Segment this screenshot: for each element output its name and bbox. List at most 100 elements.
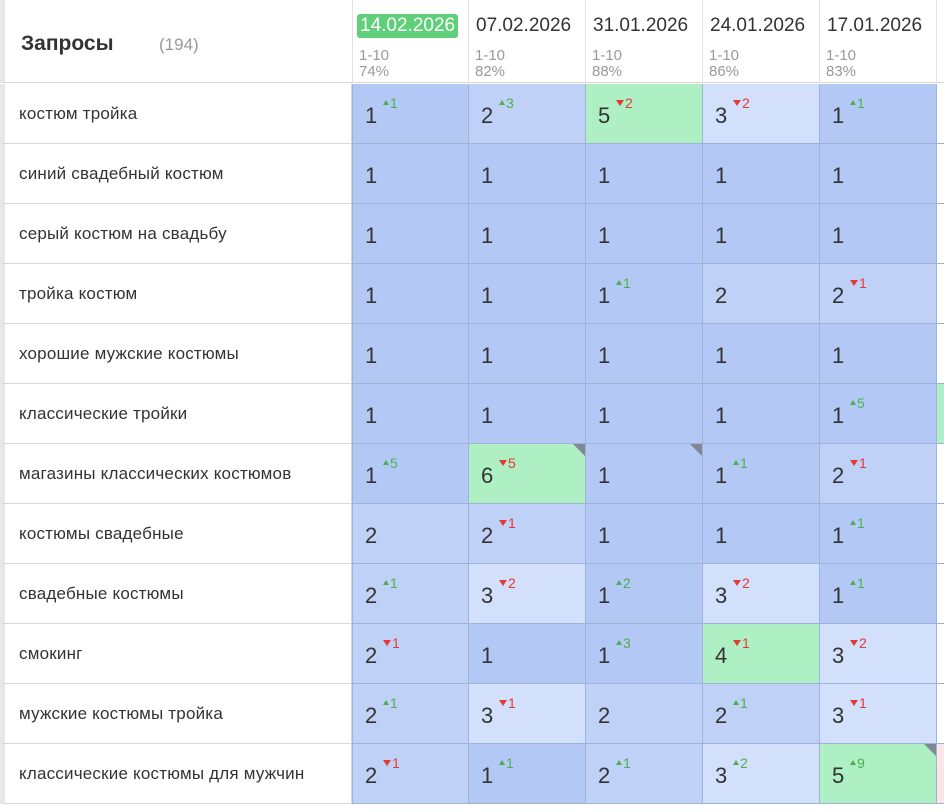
position-cell[interactable]: 11 bbox=[819, 84, 936, 144]
note-corner-icon[interactable] bbox=[573, 444, 585, 456]
query-cell[interactable]: магазины классических костюмов bbox=[0, 444, 352, 504]
position-cell[interactable] bbox=[936, 624, 944, 684]
position-cell[interactable]: 21 bbox=[352, 564, 468, 624]
position-cell[interactable]: 15 bbox=[819, 384, 936, 444]
position-cell[interactable]: 21 bbox=[352, 744, 468, 804]
position-cell[interactable]: 11 bbox=[702, 444, 819, 504]
position-cell[interactable]: 1 bbox=[702, 384, 819, 444]
note-corner-icon[interactable] bbox=[690, 444, 702, 456]
position-cell[interactable] bbox=[936, 204, 944, 264]
position-cell[interactable]: 31 bbox=[819, 684, 936, 744]
position-cell[interactable]: 1 bbox=[585, 204, 702, 264]
position-cell[interactable]: 1 bbox=[468, 144, 585, 204]
position-value: 1 bbox=[598, 643, 611, 668]
position-cell[interactable]: 21 bbox=[352, 684, 468, 744]
position-cell[interactable]: 1 bbox=[819, 144, 936, 204]
position-cell[interactable]: 13 bbox=[585, 624, 702, 684]
position-cell[interactable]: 1 bbox=[585, 144, 702, 204]
position-value: 1 bbox=[598, 283, 611, 308]
query-cell[interactable]: классические костюмы для мужчин bbox=[0, 744, 352, 804]
position-cell[interactable]: 32 bbox=[702, 564, 819, 624]
top-range-label: 1-10 bbox=[359, 47, 390, 64]
position-cell[interactable]: 21 bbox=[819, 444, 936, 504]
position-cell[interactable]: 11 bbox=[585, 264, 702, 324]
query-cell[interactable]: хорошие мужские костюмы bbox=[0, 324, 352, 384]
change-value: 1 bbox=[857, 515, 865, 531]
position-cell[interactable]: 32 bbox=[819, 624, 936, 684]
position-cell[interactable]: 32 bbox=[468, 564, 585, 624]
position-cell[interactable]: 52 bbox=[585, 84, 702, 144]
query-cell[interactable]: костюм тройка bbox=[0, 84, 352, 144]
position-cell[interactable] bbox=[936, 384, 944, 444]
position-cell[interactable]: 21 bbox=[702, 684, 819, 744]
date-column-header[interactable]: 07.02.2026 1-10 82% bbox=[468, 0, 585, 83]
position-cell[interactable]: 1 bbox=[352, 324, 468, 384]
position-cell[interactable]: 1 bbox=[702, 204, 819, 264]
position-cell[interactable]: 1 bbox=[352, 204, 468, 264]
position-cell[interactable]: 1 bbox=[702, 144, 819, 204]
position-cell[interactable] bbox=[936, 444, 944, 504]
date-column-header[interactable]: 1 bbox=[936, 0, 944, 83]
query-cell[interactable]: смокинг bbox=[0, 624, 352, 684]
position-cell[interactable]: 21 bbox=[468, 504, 585, 564]
query-cell[interactable]: тройка костюм bbox=[0, 264, 352, 324]
query-cell[interactable]: свадебные костюмы bbox=[0, 564, 352, 624]
position-cell[interactable] bbox=[936, 504, 944, 564]
position-cell[interactable]: 31 bbox=[468, 684, 585, 744]
position-cell[interactable]: 1 bbox=[702, 324, 819, 384]
position-cell[interactable]: 32 bbox=[702, 744, 819, 804]
position-cell[interactable] bbox=[936, 684, 944, 744]
position-cell[interactable]: 1 bbox=[352, 264, 468, 324]
note-corner-icon[interactable] bbox=[924, 744, 936, 756]
position-cell[interactable]: 1 bbox=[819, 324, 936, 384]
position-cell[interactable]: 21 bbox=[819, 264, 936, 324]
date-column-header[interactable]: 17.01.2026 1-10 83% bbox=[819, 0, 936, 83]
position-cell[interactable]: 1 bbox=[468, 384, 585, 444]
position-cell[interactable]: 21 bbox=[585, 744, 702, 804]
position-cell[interactable]: 15 bbox=[352, 444, 468, 504]
position-cell[interactable]: 2 bbox=[702, 264, 819, 324]
position-cell[interactable] bbox=[936, 264, 944, 324]
position-cell[interactable]: 1 bbox=[585, 444, 702, 504]
position-cell[interactable]: 1 bbox=[585, 384, 702, 444]
position-cell[interactable] bbox=[936, 564, 944, 624]
position-cell[interactable]: 11 bbox=[819, 504, 936, 564]
position-cell[interactable]: 59 bbox=[819, 744, 936, 804]
query-cell[interactable]: классические тройки bbox=[0, 384, 352, 444]
date-column-header[interactable]: 31.01.2026 1-10 88% bbox=[585, 0, 702, 83]
position-cell[interactable]: 1 bbox=[819, 204, 936, 264]
position-cell[interactable]: 23 bbox=[468, 84, 585, 144]
position-cell[interactable]: 41 bbox=[702, 624, 819, 684]
position-cell[interactable]: 11 bbox=[468, 744, 585, 804]
position-cell[interactable]: 1 bbox=[702, 504, 819, 564]
position-cell[interactable] bbox=[936, 144, 944, 204]
query-cell[interactable]: серый костюм на свадьбу bbox=[0, 204, 352, 264]
position-cell[interactable] bbox=[936, 84, 944, 144]
position-cell[interactable] bbox=[936, 744, 944, 804]
date-column-header[interactable]: 14.02.2026 1-10 74% bbox=[352, 0, 468, 83]
change-value: 9 bbox=[857, 755, 865, 771]
position-cell[interactable]: 32 bbox=[702, 84, 819, 144]
position-cell[interactable]: 1 bbox=[585, 324, 702, 384]
position-cell[interactable]: 2 bbox=[585, 684, 702, 744]
position-cell[interactable]: 11 bbox=[352, 84, 468, 144]
position-cell[interactable]: 1 bbox=[468, 624, 585, 684]
query-cell[interactable]: синий свадебный костюм bbox=[0, 144, 352, 204]
position-cell[interactable]: 1 bbox=[468, 264, 585, 324]
position-cell[interactable]: 1 bbox=[585, 504, 702, 564]
position-cell[interactable]: 65 bbox=[468, 444, 585, 504]
position-cell[interactable]: 21 bbox=[352, 624, 468, 684]
position-cell[interactable]: 1 bbox=[352, 384, 468, 444]
position-cell[interactable]: 2 bbox=[352, 504, 468, 564]
position-cell[interactable]: 12 bbox=[585, 564, 702, 624]
position-cell[interactable] bbox=[936, 324, 944, 384]
change-value: 1 bbox=[390, 695, 398, 711]
position-cell[interactable]: 1 bbox=[468, 324, 585, 384]
position-cell[interactable]: 1 bbox=[468, 204, 585, 264]
query-text: хорошие мужские костюмы bbox=[19, 343, 239, 363]
query-cell[interactable]: костюмы свадебные bbox=[0, 504, 352, 564]
position-cell[interactable]: 11 bbox=[819, 564, 936, 624]
date-column-header[interactable]: 24.01.2026 1-10 86% bbox=[702, 0, 819, 83]
query-cell[interactable]: мужские костюмы тройка bbox=[0, 684, 352, 744]
position-cell[interactable]: 1 bbox=[352, 144, 468, 204]
